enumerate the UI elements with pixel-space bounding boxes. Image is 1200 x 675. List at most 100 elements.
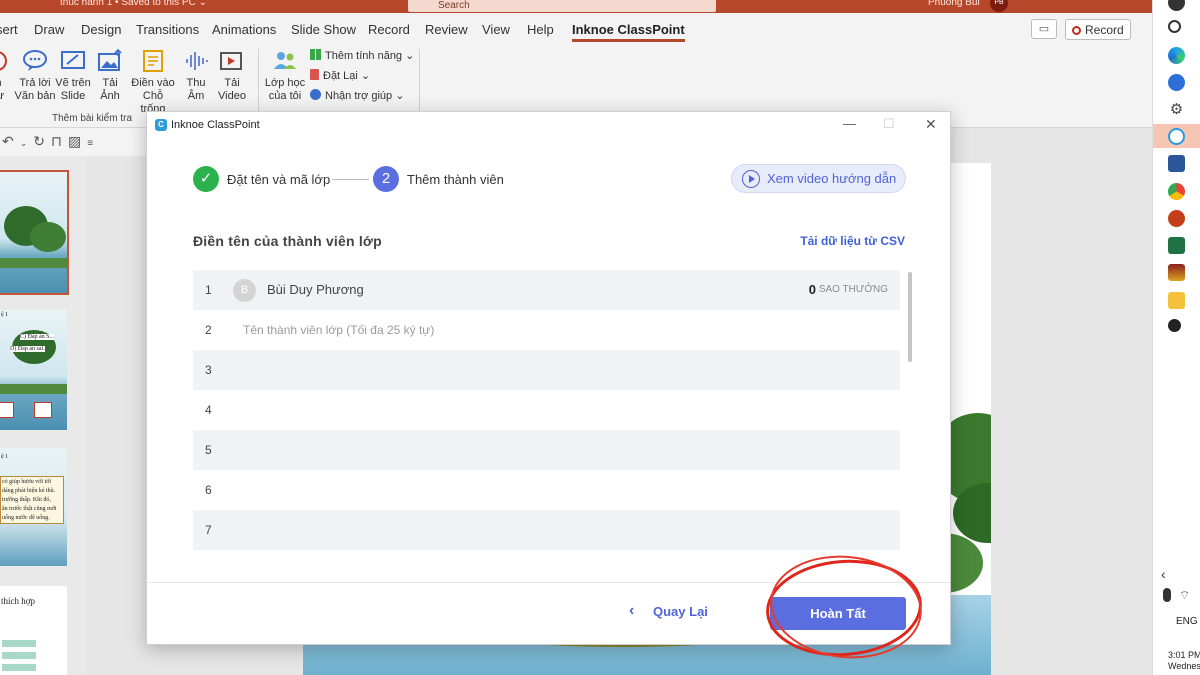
chevron-down-icon[interactable]: ⌄ — [20, 138, 34, 148]
slide-thumbnail[interactable]: ệ 1 cỏ giúp hươu với tới dáng phát hiện … — [0, 448, 67, 566]
tab-design[interactable]: Design — [81, 22, 121, 37]
audio-wave-icon — [186, 52, 208, 70]
member-row[interactable]: 6 — [193, 470, 900, 510]
member-row[interactable]: 7 — [193, 510, 900, 550]
gear-icon[interactable]: ⚙ — [1168, 101, 1185, 118]
maximize-button[interactable]: ☐ — [883, 116, 895, 132]
class-people-icon — [274, 52, 296, 69]
reset-button[interactable]: Đặt Lại ⌄ — [310, 69, 370, 82]
member-row[interactable]: 3 — [193, 350, 900, 390]
document-title[interactable]: thuc hanh 1 • Saved to this PC ⌄ — [60, 0, 207, 8]
my-classes-button[interactable]: Lớp học của tôi — [262, 49, 308, 103]
word-icon[interactable] — [1168, 155, 1185, 172]
clock[interactable]: 3:01 PM Wednesday — [1168, 650, 1200, 672]
back-button[interactable]: ‹ Quay Lại — [629, 602, 708, 619]
info-icon — [310, 89, 321, 100]
comments-button[interactable]: ▭ — [1031, 19, 1057, 39]
app-icon[interactable] — [1168, 74, 1185, 91]
folder-icon[interactable] — [1168, 292, 1185, 309]
tab-inknoe-classpoint[interactable]: Inknoe ClassPoint — [572, 22, 685, 42]
speech-bubble-icon — [23, 50, 47, 71]
fill-in-blank-button[interactable]: Điền vào Chỗ trống — [129, 49, 177, 116]
row-number: 2 — [205, 323, 212, 337]
image-icon[interactable]: ▨ — [68, 133, 87, 149]
tab-insert[interactable]: sert — [0, 22, 18, 37]
step-number: 2 — [373, 166, 399, 192]
powerpoint-icon[interactable] — [1168, 210, 1185, 227]
tab-help[interactable]: Help — [527, 22, 554, 37]
wifi-icon[interactable]: ⌔ — [1179, 588, 1195, 602]
watch-tutorial-button[interactable]: Xem video hướng dẫn — [731, 164, 906, 193]
member-row[interactable]: 4 — [193, 390, 900, 430]
quick-access-toolbar: ↶⌄↻⊓▨≡ — [0, 128, 146, 156]
redo-icon[interactable]: ↻ — [33, 133, 51, 149]
row-number: 6 — [205, 483, 212, 497]
upload-video-button[interactable]: Tải Video — [209, 49, 255, 103]
user-name[interactable]: Phuong Bui — [928, 0, 980, 8]
tab-record[interactable]: Record — [368, 22, 410, 37]
member-row[interactable]: 8 — [193, 550, 900, 552]
record-icon — [1072, 26, 1081, 35]
row-number: 5 — [205, 443, 212, 457]
record-label: Record — [1085, 23, 1124, 37]
star-count: 0 — [808, 282, 816, 297]
slide-thumbnail[interactable] — [0, 170, 69, 295]
avatar: B — [233, 279, 256, 302]
slide-thumbnail[interactable]: ệ 1 C) Đáp án S... D) Đáp án sai. — [0, 310, 67, 430]
list-scrollbar[interactable] — [908, 272, 912, 362]
tab-transitions[interactable]: Transitions — [136, 22, 199, 37]
slide-thumbnail-panel: ệ 1 C) Đáp án S... D) Đáp án sai. ệ 1 cỏ… — [0, 156, 86, 675]
member-list: 1 B Bùi Duy Phương 0 SAO THƯỞNG 2 Tên th… — [193, 270, 905, 552]
member-name[interactable]: Bùi Duy Phương — [267, 282, 364, 297]
minimize-button[interactable]: — — [843, 116, 856, 131]
tab-slide-show[interactable]: Slide Show — [291, 22, 356, 37]
archive-icon[interactable] — [1168, 264, 1185, 281]
upload-image-button[interactable]: Tải Ảnh — [87, 49, 133, 103]
get-help-button[interactable]: Nhận trợ giúp ⌄ — [310, 89, 404, 102]
present-icon[interactable]: ⊓ — [51, 133, 68, 149]
dialog-title: Inknoe ClassPoint — [171, 119, 260, 131]
member-name-input[interactable]: Tên thành viên lớp (Tối đa 25 ký tự) — [243, 323, 434, 337]
member-row[interactable]: 2 Tên thành viên lớp (Tối đa 25 ký tự) — [193, 310, 900, 350]
close-button[interactable]: ✕ — [925, 116, 937, 133]
add-features-button[interactable]: Thêm tính năng ⌄ — [310, 49, 414, 62]
excel-icon[interactable] — [1168, 237, 1185, 254]
draw-icon — [61, 51, 85, 69]
slide-thumbnail[interactable]: thích hợp — [0, 586, 67, 675]
app-icon[interactable] — [1168, 319, 1181, 332]
step-label: Thêm thành viên — [407, 172, 504, 187]
classpoint-icon[interactable] — [1168, 128, 1185, 145]
chrome-icon[interactable] — [1168, 183, 1185, 200]
classpoint-logo-icon: C — [155, 119, 167, 131]
edge-icon[interactable] — [1168, 47, 1185, 64]
search-box[interactable]: Search — [408, 0, 716, 12]
windows-taskbar: ⚙ ‹ ⌔ ENG 3:01 PM Wednesday — [1152, 0, 1200, 675]
member-row[interactable]: 5 — [193, 430, 900, 470]
tab-animations[interactable]: Animations — [212, 22, 276, 37]
check-icon: ✓ — [193, 166, 219, 192]
member-row[interactable]: 1 B Bùi Duy Phương 0 SAO THƯỞNG — [193, 270, 900, 310]
undo-icon[interactable]: ↶ — [2, 133, 20, 149]
customize-icon[interactable]: ≡ — [87, 138, 99, 149]
section-title: Điền tên của thành viên lớp — [193, 233, 382, 249]
app-icon[interactable] — [1168, 0, 1185, 11]
user-avatar[interactable]: PB — [990, 0, 1008, 12]
chevron-left-icon[interactable]: ‹ — [1161, 566, 1166, 582]
image-upload-icon — [98, 49, 122, 71]
step-label: Đặt tên và mã lớp — [227, 172, 331, 187]
tab-view[interactable]: View — [482, 22, 510, 37]
row-number: 4 — [205, 403, 212, 417]
tab-draw[interactable]: Draw — [34, 22, 64, 37]
record-button[interactable]: Record — [1065, 19, 1131, 40]
title-bar: thuc hanh 1 • Saved to this PC ⌄ Search … — [0, 0, 1152, 13]
upload-csv-link[interactable]: Tải dữ liệu từ CSV — [800, 234, 905, 248]
ribbon-group-label: Thêm bài kiểm tra — [52, 113, 133, 124]
fill-blank-icon — [143, 50, 163, 72]
clock-time: 3:01 PM — [1168, 650, 1200, 660]
language-indicator[interactable]: ENG — [1176, 616, 1198, 627]
search-icon[interactable] — [1168, 20, 1181, 33]
microphone-icon[interactable] — [1163, 588, 1171, 602]
trash-icon — [310, 69, 319, 80]
watch-tutorial-label: Xem video hướng dẫn — [767, 171, 897, 186]
tab-review[interactable]: Review — [425, 22, 468, 37]
